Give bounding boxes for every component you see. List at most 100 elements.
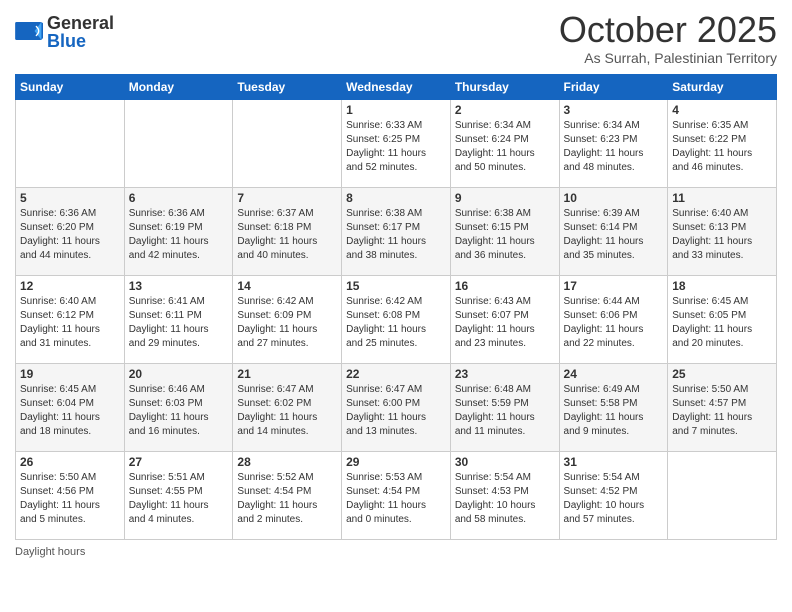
footer-note: Daylight hours <box>15 546 777 558</box>
calendar-cell: 18Sunrise: 6:45 AM Sunset: 6:05 PM Dayli… <box>668 275 777 363</box>
day-number: 8 <box>346 191 446 205</box>
day-info: Sunrise: 6:42 AM Sunset: 6:08 PM Dayligh… <box>346 295 446 351</box>
day-info: Sunrise: 6:35 AM Sunset: 6:22 PM Dayligh… <box>672 119 772 175</box>
calendar-cell: 24Sunrise: 6:49 AM Sunset: 5:58 PM Dayli… <box>559 363 668 451</box>
logo-icon <box>15 22 43 40</box>
calendar-cell: 19 Sunrise: 6:45 AM Sunset: 6:04 PM Dayli… <box>16 363 125 451</box>
calendar-cell: 30Sunrise: 5:54 AM Sunset: 4:53 PM Dayli… <box>450 451 559 539</box>
location: As Surrah, Palestinian Territory <box>559 50 777 66</box>
day-info: Sunrise: 6:42 AM Sunset: 6:09 PM Dayligh… <box>237 295 337 351</box>
day-number: 3 <box>564 103 664 117</box>
day-number: 6 <box>129 191 229 205</box>
calendar-cell: 29 Sunrise: 5:53 AM Sunset: 4:54 PM Dayli… <box>342 451 451 539</box>
day-number: 30 <box>455 455 555 469</box>
day-number: 27 <box>129 455 229 469</box>
weekday-header-tuesday: Tuesday <box>233 74 342 99</box>
logo-general: General <box>47 13 114 33</box>
day-info: Sunrise: 5:54 AM Sunset: 4:52 PM Dayligh… <box>564 471 664 527</box>
day-number: 18 <box>672 279 772 293</box>
logo-text: General Blue <box>47 14 114 50</box>
logo-blue: Blue <box>47 31 86 51</box>
week-row-2: 12 Sunrise: 6:40 AM Sunset: 6:12 PM Dayli… <box>16 275 777 363</box>
day-info: Sunrise: 6:44 AM Sunset: 6:06 PM Dayligh… <box>564 295 664 351</box>
day-info: Sunrise: 6:33 AM Sunset: 6:25 PM Dayligh… <box>346 119 446 175</box>
day-number: 26 <box>20 455 120 469</box>
day-number: 20 <box>129 367 229 381</box>
day-info: Sunrise: 6:37 AM Sunset: 6:18 PM Dayligh… <box>237 207 337 263</box>
calendar-cell: 11Sunrise: 6:40 AM Sunset: 6:13 PM Dayli… <box>668 187 777 275</box>
calendar-cell <box>668 451 777 539</box>
week-row-1: 5 Sunrise: 6:36 AM Sunset: 6:20 PM Daylig… <box>16 187 777 275</box>
weekday-header-row: SundayMondayTuesdayWednesdayThursdayFrid… <box>16 74 777 99</box>
day-info: Sunrise: 6:47 AM Sunset: 6:00 PM Dayligh… <box>346 383 446 439</box>
calendar-cell: 26 Sunrise: 5:50 AM Sunset: 4:56 PM Dayli… <box>16 451 125 539</box>
weekday-header-saturday: Saturday <box>668 74 777 99</box>
day-number: 12 <box>20 279 120 293</box>
day-number: 29 <box>346 455 446 469</box>
day-number: 21 <box>237 367 337 381</box>
calendar-cell: 3 Sunrise: 6:34 AM Sunset: 6:23 PM Daylig… <box>559 99 668 187</box>
calendar-cell: 4 Sunrise: 6:35 AM Sunset: 6:22 PM Daylig… <box>668 99 777 187</box>
day-info: Sunrise: 6:48 AM Sunset: 5:59 PM Dayligh… <box>455 383 555 439</box>
calendar-cell: 8 Sunrise: 6:38 AM Sunset: 6:17 PM Daylig… <box>342 187 451 275</box>
day-info: Sunrise: 5:51 AM Sunset: 4:55 PM Dayligh… <box>129 471 229 527</box>
weekday-header-friday: Friday <box>559 74 668 99</box>
day-info: Sunrise: 6:41 AM Sunset: 6:11 PM Dayligh… <box>129 295 229 351</box>
calendar-cell: 6 Sunrise: 6:36 AM Sunset: 6:19 PM Daylig… <box>124 187 233 275</box>
title-block: October 2025 As Surrah, Palestinian Terr… <box>559 10 777 66</box>
day-info: Sunrise: 6:40 AM Sunset: 6:12 PM Dayligh… <box>20 295 120 351</box>
day-number: 7 <box>237 191 337 205</box>
day-info: Sunrise: 6:39 AM Sunset: 6:14 PM Dayligh… <box>564 207 664 263</box>
week-row-4: 26 Sunrise: 5:50 AM Sunset: 4:56 PM Dayli… <box>16 451 777 539</box>
day-number: 19 <box>20 367 120 381</box>
calendar-cell: 16Sunrise: 6:43 AM Sunset: 6:07 PM Dayli… <box>450 275 559 363</box>
calendar-cell <box>124 99 233 187</box>
day-info: Sunrise: 6:49 AM Sunset: 5:58 PM Dayligh… <box>564 383 664 439</box>
day-number: 5 <box>20 191 120 205</box>
day-info: Sunrise: 6:45 AM Sunset: 6:04 PM Dayligh… <box>20 383 120 439</box>
day-number: 13 <box>129 279 229 293</box>
calendar-cell: 27 Sunrise: 5:51 AM Sunset: 4:55 PM Dayli… <box>124 451 233 539</box>
calendar-cell: 13 Sunrise: 6:41 AM Sunset: 6:11 PM Dayli… <box>124 275 233 363</box>
calendar-cell <box>16 99 125 187</box>
calendar-cell: 9 Sunrise: 6:38 AM Sunset: 6:15 PM Daylig… <box>450 187 559 275</box>
day-info: Sunrise: 6:47 AM Sunset: 6:02 PM Dayligh… <box>237 383 337 439</box>
day-info: Sunrise: 5:50 AM Sunset: 4:56 PM Dayligh… <box>20 471 120 527</box>
day-number: 1 <box>346 103 446 117</box>
day-number: 9 <box>455 191 555 205</box>
day-number: 2 <box>455 103 555 117</box>
weekday-header-thursday: Thursday <box>450 74 559 99</box>
day-number: 28 <box>237 455 337 469</box>
calendar-cell: 20 Sunrise: 6:46 AM Sunset: 6:03 PM Dayli… <box>124 363 233 451</box>
day-number: 15 <box>346 279 446 293</box>
week-row-3: 19 Sunrise: 6:45 AM Sunset: 6:04 PM Dayli… <box>16 363 777 451</box>
day-info: Sunrise: 6:38 AM Sunset: 6:15 PM Dayligh… <box>455 207 555 263</box>
weekday-header-wednesday: Wednesday <box>342 74 451 99</box>
calendar-cell: 14 Sunrise: 6:42 AM Sunset: 6:09 PM Dayli… <box>233 275 342 363</box>
day-info: Sunrise: 6:36 AM Sunset: 6:19 PM Dayligh… <box>129 207 229 263</box>
week-row-0: 1 Sunrise: 6:33 AM Sunset: 6:25 PM Daylig… <box>16 99 777 187</box>
day-info: Sunrise: 6:34 AM Sunset: 6:23 PM Dayligh… <box>564 119 664 175</box>
day-number: 17 <box>564 279 664 293</box>
calendar-cell: 12 Sunrise: 6:40 AM Sunset: 6:12 PM Dayli… <box>16 275 125 363</box>
day-number: 4 <box>672 103 772 117</box>
calendar-cell: 22Sunrise: 6:47 AM Sunset: 6:00 PM Dayli… <box>342 363 451 451</box>
calendar-cell: 7 Sunrise: 6:37 AM Sunset: 6:18 PM Daylig… <box>233 187 342 275</box>
day-info: Sunrise: 6:46 AM Sunset: 6:03 PM Dayligh… <box>129 383 229 439</box>
calendar-cell <box>233 99 342 187</box>
weekday-header-monday: Monday <box>124 74 233 99</box>
day-info: Sunrise: 6:38 AM Sunset: 6:17 PM Dayligh… <box>346 207 446 263</box>
day-number: 31 <box>564 455 664 469</box>
day-info: Sunrise: 6:34 AM Sunset: 6:24 PM Dayligh… <box>455 119 555 175</box>
day-number: 11 <box>672 191 772 205</box>
day-info: Sunrise: 5:53 AM Sunset: 4:54 PM Dayligh… <box>346 471 446 527</box>
header: General Blue October 2025 As Surrah, Pal… <box>15 10 777 66</box>
day-number: 14 <box>237 279 337 293</box>
day-number: 25 <box>672 367 772 381</box>
calendar-cell: 21 Sunrise: 6:47 AM Sunset: 6:02 PM Dayli… <box>233 363 342 451</box>
page: General Blue October 2025 As Surrah, Pal… <box>0 0 792 612</box>
day-info: Sunrise: 6:36 AM Sunset: 6:20 PM Dayligh… <box>20 207 120 263</box>
weekday-header-sunday: Sunday <box>16 74 125 99</box>
calendar-cell: 2 Sunrise: 6:34 AM Sunset: 6:24 PM Daylig… <box>450 99 559 187</box>
calendar-cell: 25Sunrise: 5:50 AM Sunset: 4:57 PM Dayli… <box>668 363 777 451</box>
